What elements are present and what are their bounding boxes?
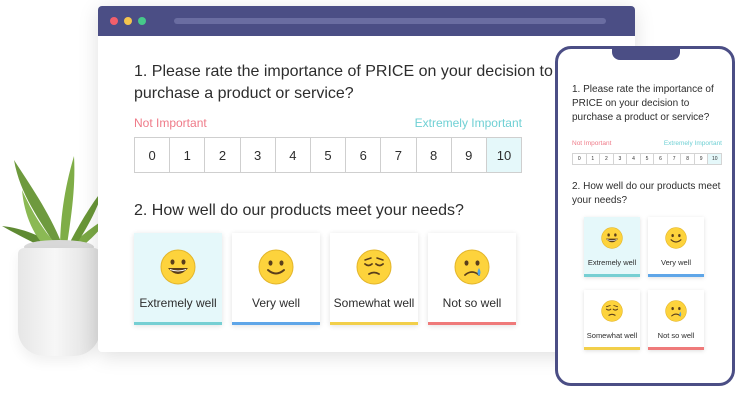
mobile-answer-color-bar [584,347,640,350]
mobile-answer-label: Not so well [657,331,695,340]
grinning-face-icon [160,249,196,285]
answer-color-bar [428,322,516,325]
answer-card-3[interactable]: Somewhat well [330,233,418,325]
mobile-rating-option-9[interactable]: 9 [693,154,708,164]
crying-face-icon [454,249,490,285]
rating-option-1[interactable]: 1 [169,138,204,172]
window-titlebar [98,6,635,36]
answer-card-4[interactable]: Not so well [428,233,516,325]
answer-label: Very well [251,296,301,310]
crying-face-icon [665,300,687,322]
smiling-face-icon [258,249,294,285]
answer-color-bar [232,322,320,325]
answer-color-bar [330,322,418,325]
answer-card-2[interactable]: Very well [232,233,320,325]
rating-option-8[interactable]: 8 [415,138,451,172]
mobile-answer-card-4[interactable]: Not so well [648,290,704,350]
mobile-rating-option-7[interactable]: 7 [666,154,681,164]
scale-labels: Not Important Extremely Important [134,116,522,132]
rating-scale: 0 1 2 3 4 5 6 7 8 9 10 [134,137,522,173]
mobile-answer-label: Very well [660,258,691,267]
mobile-rating-option-5[interactable]: 5 [639,154,654,164]
maximize-window-dot[interactable] [138,17,146,25]
mobile-rating-scale: 0 1 2 3 4 5 6 7 8 9 10 [572,153,722,165]
smiling-face-icon [665,227,687,249]
mobile-rating-option-3[interactable]: 3 [612,154,627,164]
answer-label: Somewhat well [333,296,415,310]
mobile-question-1-text: 1. Please rate the importance of PRICE o… [572,84,714,123]
answer-cards: Extremely well Very well Somewhat well Not … [134,233,516,325]
mobile-rating-option-10[interactable]: 10 [707,154,722,164]
minimize-window-dot[interactable] [124,17,132,25]
rating-option-9[interactable]: 9 [450,138,486,172]
mobile-rating-option-8[interactable]: 8 [680,154,694,164]
mobile-question-2-text: 2. How well do our products meet your ne… [572,181,721,206]
mobile-answer-card-2[interactable]: Very well [648,217,704,277]
address-bar[interactable] [174,18,606,24]
answer-color-bar [134,322,222,325]
mobile-low-scale-label: Not Important [572,140,612,147]
rating-option-5[interactable]: 5 [309,138,345,172]
high-scale-label: Extremely Important [414,116,522,130]
mobile-answer-color-bar [648,347,704,350]
mobile-rating-option-4[interactable]: 4 [626,154,640,164]
low-scale-label: Not Important [134,116,207,130]
mobile-answer-color-bar [584,274,640,277]
mobile-answer-card-1[interactable]: Extremely well [584,217,640,277]
mobile-rating-option-1[interactable]: 1 [585,154,600,164]
close-window-dot[interactable] [110,17,118,25]
mobile-rating-option-2[interactable]: 2 [599,154,613,164]
mobile-rating-option-0[interactable]: 0 [573,154,586,164]
rating-option-6[interactable]: 6 [345,138,380,172]
question-1-text: 1. Please rate the importance of PRICE o… [134,63,553,102]
mobile-answer-label: Extremely well [587,258,637,267]
mobile-answer-label: Somewhat well [586,331,638,340]
answer-label: Extremely well [139,296,217,310]
grinning-face-icon [601,227,623,249]
answer-label: Not so well [442,296,502,310]
rating-option-4[interactable]: 4 [274,138,310,172]
rating-option-10[interactable]: 10 [485,138,522,172]
answer-card-1[interactable]: Extremely well [134,233,222,325]
rating-option-3[interactable]: 3 [239,138,275,172]
question-2-text: 2. How well do our products meet your ne… [134,202,464,219]
mobile-high-scale-label: Extremely Important [663,140,722,147]
rating-option-7[interactable]: 7 [380,138,415,172]
mobile-rating-option-6[interactable]: 6 [653,154,667,164]
pensive-face-icon [356,249,392,285]
pensive-face-icon [601,300,623,322]
mobile-scale-labels: Not Important Extremely Important [572,140,722,148]
rating-option-2[interactable]: 2 [204,138,239,172]
mobile-answer-color-bar [648,274,704,277]
rating-option-0[interactable]: 0 [135,138,169,172]
plant-pot [18,248,100,356]
mobile-answer-card-3[interactable]: Somewhat well [584,290,640,350]
phone-notch [612,49,680,60]
mobile-phone: 1. Please rate the importance of PRICE o… [555,46,735,386]
